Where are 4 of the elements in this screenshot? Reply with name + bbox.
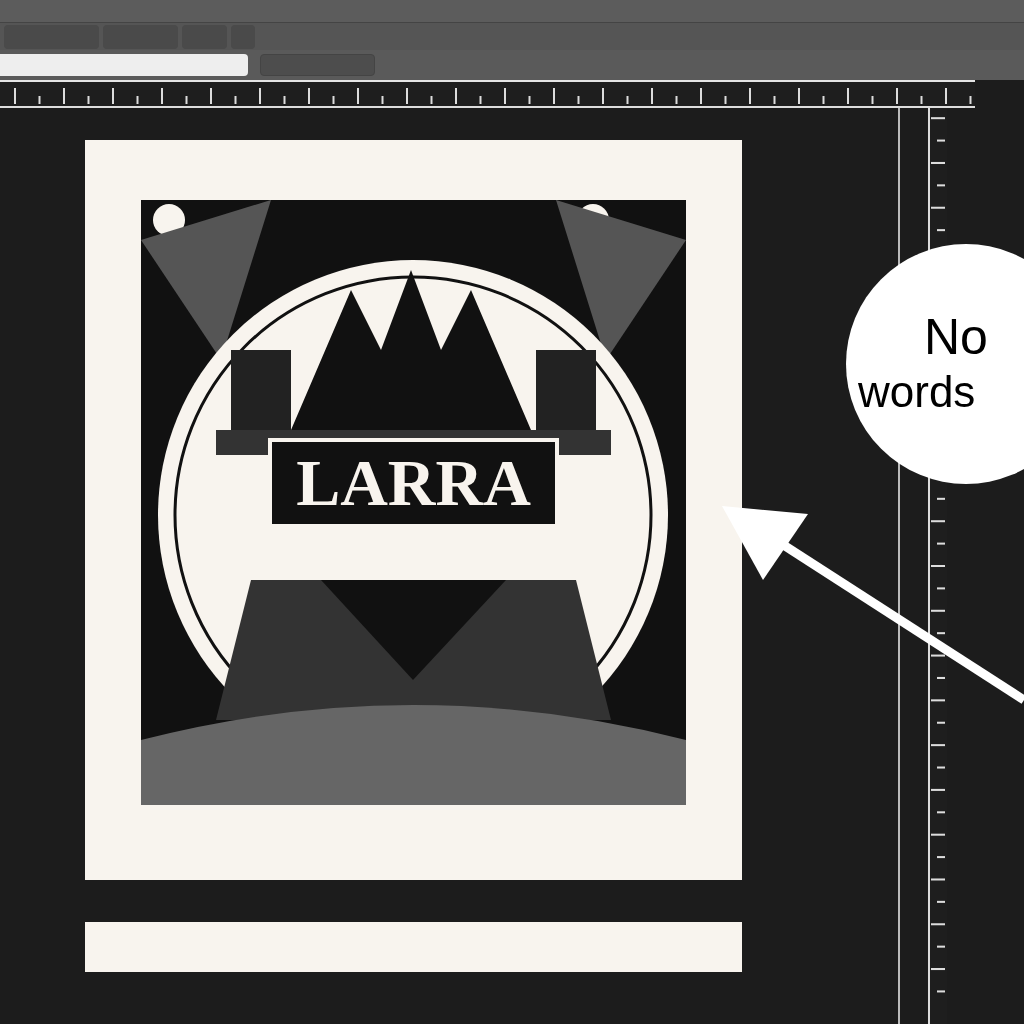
callout-text: words (858, 366, 976, 418)
poster-title: LARRA (296, 445, 531, 519)
callout-text: No (923, 309, 988, 365)
slider-track[interactable] (0, 54, 248, 76)
